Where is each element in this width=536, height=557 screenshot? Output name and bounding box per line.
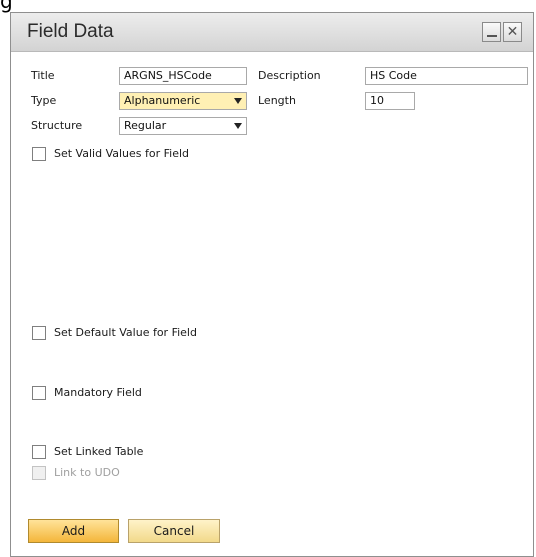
set-valid-values-checkbox[interactable] [32,147,46,161]
dropdown-arrow-icon [234,98,242,104]
set-valid-values-label[interactable]: Set Valid Values for Field [54,147,189,160]
field-data-dialog: Field Data ✕ Title ARGNS_HSCode Descript… [10,12,534,557]
set-linked-table-checkbox[interactable] [32,445,46,459]
minimize-button[interactable] [482,22,501,42]
cancel-button[interactable]: Cancel [128,519,220,543]
structure-select-value: Regular [124,119,167,132]
close-icon: ✕ [506,24,519,40]
set-linked-table-label[interactable]: Set Linked Table [54,445,143,458]
add-button[interactable]: Add [28,519,119,543]
structure-select[interactable]: Regular [119,117,247,135]
title-input[interactable]: ARGNS_HSCode [119,67,247,85]
type-label: Type [31,94,57,107]
background-text-fragment: g [0,0,13,13]
type-select-value: Alphanumeric [124,94,201,107]
set-default-value-label[interactable]: Set Default Value for Field [54,326,197,339]
type-select[interactable]: Alphanumeric [119,92,247,110]
mandatory-field-label[interactable]: Mandatory Field [54,386,142,399]
structure-label: Structure [31,119,83,132]
description-input[interactable]: HS Code [365,67,528,85]
link-to-udo-label: Link to UDO [54,466,120,479]
close-button[interactable]: ✕ [503,22,522,42]
length-input[interactable]: 10 [365,92,415,110]
dropdown-arrow-icon [234,123,242,129]
minimize-icon [487,35,497,37]
link-to-udo-checkbox [32,466,46,480]
dialog-title: Field Data [27,21,114,42]
set-default-value-checkbox[interactable] [32,326,46,340]
mandatory-field-checkbox[interactable] [32,386,46,400]
length-label: Length [258,94,296,107]
title-label: Title [31,69,55,82]
description-label: Description [258,69,321,82]
title-bar[interactable]: Field Data ✕ [11,13,533,52]
